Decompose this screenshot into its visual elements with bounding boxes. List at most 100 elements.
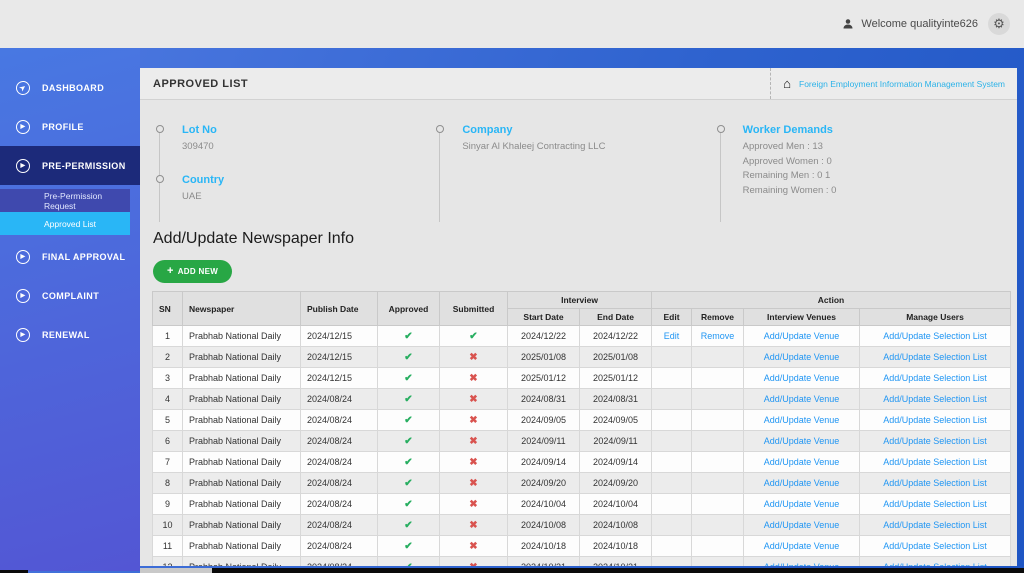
lot-no-value: 309470 [182, 141, 214, 152]
add-update-selection-list-link[interactable]: Add/Update Selection List [859, 346, 1012, 368]
timeline-dot-icon [156, 125, 164, 133]
company-label: Company [462, 124, 513, 136]
play-circle-icon: ▶ [16, 119, 30, 134]
dashboard-icon: ➤ [13, 77, 33, 98]
approved-status-icon: ✔ [377, 430, 440, 452]
submitted-status-icon: ✖ [439, 472, 508, 494]
submenu-item-label: Pre-Permission Request [44, 190, 103, 211]
table-row: 6 Prabhab National Daily 2024/08/24 ✔ ✖ … [152, 430, 1012, 452]
table-row: 4 Prabhab National Daily 2024/08/24 ✔ ✖ … [152, 388, 1012, 410]
permission-info: Lot No 309470 Country UAE Company Sinyar… [140, 100, 1017, 228]
timeline-line [439, 128, 441, 222]
add-update-venue-link[interactable]: Add/Update Venue [743, 556, 861, 566]
cell-sn: 3 [152, 367, 183, 389]
system-name-link[interactable]: Foreign Employment Information Managemen… [799, 79, 1005, 89]
home-icon[interactable]: ⌂ [783, 77, 791, 90]
timeline-line [719, 128, 721, 222]
add-update-venue-link[interactable]: Add/Update Venue [743, 430, 861, 452]
add-update-selection-list-link[interactable]: Add/Update Selection List [859, 325, 1012, 347]
edit-link[interactable]: Edit [651, 325, 693, 347]
remaining-men: Remaining Men : 0 1 [742, 170, 831, 181]
add-update-venue-link[interactable]: Add/Update Venue [743, 367, 861, 389]
cell-end-date: 2024/09/11 [578, 430, 653, 452]
approved-status-icon: ✔ [377, 346, 440, 368]
submitted-status-icon: ✔ [439, 325, 508, 347]
sidebar-item-complaint[interactable]: ▶ COMPLAINT [0, 276, 140, 315]
cell-publish-date: 2024/08/24 [300, 472, 378, 494]
add-update-venue-link[interactable]: Add/Update Venue [743, 346, 861, 368]
add-update-venue-link[interactable]: Add/Update Venue [743, 409, 861, 431]
add-update-venue-link[interactable]: Add/Update Venue [743, 535, 861, 557]
add-update-selection-list-link[interactable]: Add/Update Selection List [859, 367, 1012, 389]
edit-link [651, 493, 693, 515]
edit-link [651, 409, 693, 431]
add-new-button[interactable]: + ADD NEW [153, 260, 233, 283]
newspaper-table-wrap: SN Newspaper Publish Date Approved Submi… [140, 291, 1017, 566]
col-remove: Remove [691, 308, 745, 326]
section-title: Add/Update Newspaper Info [153, 230, 355, 247]
welcome-user: Welcome qualityinte626 [842, 18, 978, 30]
cell-end-date: 2024/09/14 [578, 451, 653, 473]
add-update-selection-list-link[interactable]: Add/Update Selection List [859, 514, 1012, 536]
add-update-venue-link[interactable]: Add/Update Venue [743, 514, 861, 536]
cell-sn: 12 [152, 556, 183, 566]
table-row: 5 Prabhab National Daily 2024/08/24 ✔ ✖ … [152, 409, 1012, 431]
cell-sn: 5 [152, 409, 183, 431]
table-group-header-row: SN Newspaper Publish Date Approved Submi… [152, 291, 1012, 326]
cell-start-date: 2024/08/31 [507, 388, 580, 410]
sidebar-item-label: PROFILE [42, 121, 84, 132]
add-update-venue-link[interactable]: Add/Update Venue [743, 451, 861, 473]
sidebar-subitem-approved-list[interactable]: Approved List [0, 212, 130, 235]
submitted-status-icon: ✖ [439, 430, 508, 452]
screen-edge-artifact [212, 568, 1024, 573]
edit-link [651, 451, 693, 473]
settings-icon[interactable]: ⚙ [988, 13, 1010, 35]
add-update-selection-list-link[interactable]: Add/Update Selection List [859, 535, 1012, 557]
edit-link [651, 388, 693, 410]
timeline-dot-icon [436, 125, 445, 133]
timeline-dot-icon [156, 175, 164, 183]
cell-publish-date: 2024/08/24 [300, 388, 378, 410]
add-update-venue-link[interactable]: Add/Update Venue [743, 472, 861, 494]
info-column-3: Worker Demands Approved Men : 13 Approve… [716, 124, 997, 224]
add-update-venue-link[interactable]: Add/Update Venue [743, 325, 861, 347]
col-edit: Edit [651, 308, 693, 326]
cell-publish-date: 2024/12/15 [300, 346, 378, 368]
sidebar-subitem-pre-permission-request[interactable]: Pre-Permission Request [0, 189, 130, 212]
sidebar-item-renewal[interactable]: ▶ RENEWAL [0, 315, 140, 354]
add-update-selection-list-link[interactable]: Add/Update Selection List [859, 451, 1012, 473]
table-row: 12 Prabhab National Daily 2024/08/24 ✔ ✖… [152, 556, 1012, 566]
sidebar-item-profile[interactable]: ▶ PROFILE [0, 107, 140, 146]
add-update-selection-list-link[interactable]: Add/Update Selection List [859, 388, 1012, 410]
sidebar-item-dashboard[interactable]: ➤ DASHBOARD [0, 68, 140, 107]
submitted-status-icon: ✖ [439, 493, 508, 515]
remove-link[interactable]: Remove [691, 325, 745, 347]
cell-start-date: 2024/10/18 [507, 535, 580, 557]
table-row: 3 Prabhab National Daily 2024/12/15 ✔ ✖ … [152, 367, 1012, 389]
page-header: APPROVED LIST ⌂ Foreign Employment Infor… [140, 68, 1017, 100]
remove-link [691, 535, 745, 557]
sidebar-item-final-approval[interactable]: ▶ FINAL APPROVAL [0, 237, 140, 276]
add-update-selection-list-link[interactable]: Add/Update Selection List [859, 409, 1012, 431]
cell-publish-date: 2024/08/24 [300, 514, 378, 536]
cell-newspaper: Prabhab National Daily [182, 514, 301, 536]
add-update-selection-list-link[interactable]: Add/Update Selection List [859, 556, 1012, 566]
table-row: 2 Prabhab National Daily 2024/12/15 ✔ ✖ … [152, 346, 1012, 368]
add-update-selection-list-link[interactable]: Add/Update Selection List [859, 472, 1012, 494]
col-group-action: Action [651, 291, 1012, 309]
add-update-venue-link[interactable]: Add/Update Venue [743, 388, 861, 410]
add-update-venue-link[interactable]: Add/Update Venue [743, 493, 861, 515]
approved-status-icon: ✔ [377, 409, 440, 431]
cell-end-date: 2024/10/18 [578, 535, 653, 557]
breadcrumb: ⌂ Foreign Employment Information Managem… [770, 68, 1017, 99]
approved-status-icon: ✔ [377, 556, 440, 566]
add-update-selection-list-link[interactable]: Add/Update Selection List [859, 430, 1012, 452]
edit-link [651, 346, 693, 368]
sidebar-item-pre-permission[interactable]: ▶ PRE-PERMISSION [0, 146, 140, 185]
cell-start-date: 2024/09/14 [507, 451, 580, 473]
cell-sn: 10 [152, 514, 183, 536]
col-approved: Approved [377, 291, 440, 326]
add-update-selection-list-link[interactable]: Add/Update Selection List [859, 493, 1012, 515]
sidebar-item-label: COMPLAINT [42, 290, 100, 301]
submitted-status-icon: ✖ [439, 514, 508, 536]
